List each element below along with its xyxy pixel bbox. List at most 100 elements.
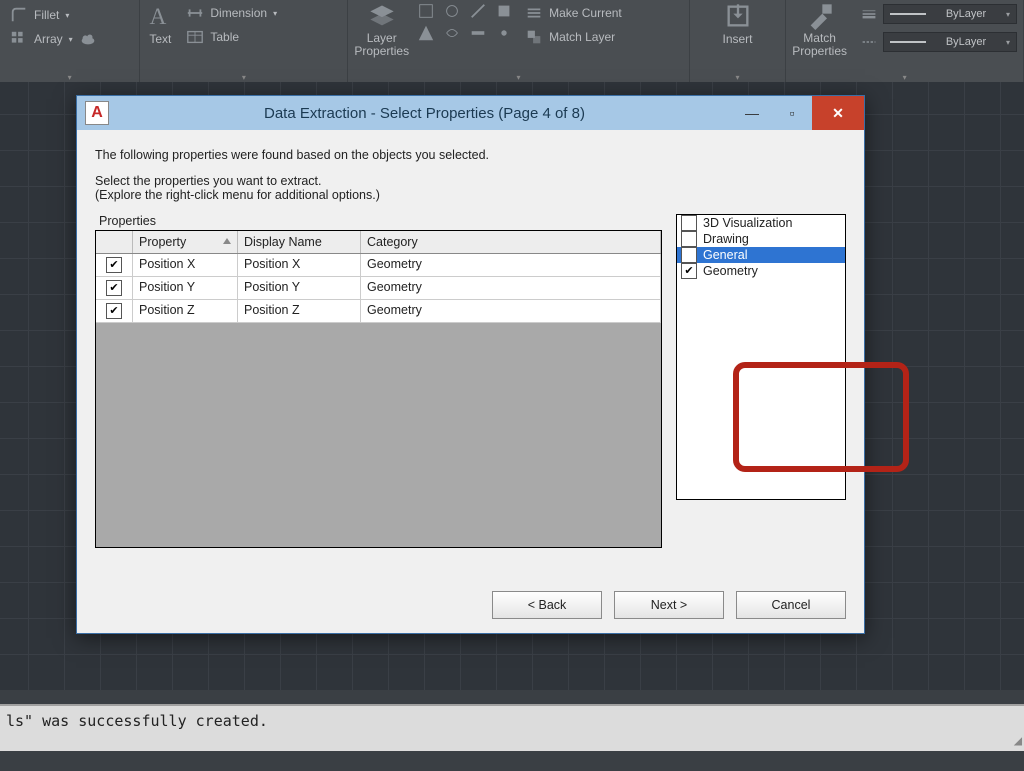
table-button[interactable]: Table [182,26,281,48]
chevron-down-icon: ▾ [273,9,277,18]
insert-button[interactable]: Insert [723,2,753,46]
layer-tool-icon[interactable] [417,24,435,42]
ribbon-panel-properties: Match Properties ByLayer B [786,0,1024,82]
layer-tool-icon[interactable] [469,24,487,42]
row-property: Position Y [133,277,238,299]
line-swatch [890,41,926,43]
layer-tool-icon[interactable] [443,24,461,42]
ribbon-panel-annotate: A Text Dimension ▾ Table [140,0,348,82]
grid-header: Property Display Name Category [96,231,661,254]
dialog-body: The following properties were found base… [77,130,864,633]
row-checkbox-cell[interactable] [96,277,133,299]
back-button[interactable]: < Back [492,591,602,619]
header-category[interactable]: Category [361,231,661,253]
layer-properties-button[interactable]: Layer Properties [354,2,409,58]
panel-dropdown[interactable] [68,73,72,82]
properties-group-label: Properties [99,214,662,228]
category-label: Drawing [703,232,749,246]
row-category: Geometry [361,254,661,276]
minimize-icon: — [745,105,759,121]
panel-dropdown[interactable] [903,73,907,82]
table-row[interactable]: Position ZPosition ZGeometry [96,300,661,323]
category-filter-item[interactable]: Geometry [677,263,845,279]
layer-tool-icon[interactable] [443,2,461,20]
array-button[interactable]: Array ▾ [6,28,101,50]
layer-properties-label: Layer Properties [354,32,409,58]
table-label: Table [210,30,239,44]
make-current-label: Make Current [549,6,622,20]
category-filter-item[interactable]: Drawing [677,231,845,247]
dimension-label: Dimension [210,6,267,20]
fillet-button[interactable]: Fillet ▾ [6,4,73,26]
row-category: Geometry [361,300,661,322]
cancel-button[interactable]: Cancel [736,591,846,619]
maximize-button[interactable]: ▫ [772,96,812,130]
category-filter-item[interactable]: General [677,247,845,263]
row-display-name: Position Y [238,277,361,299]
next-button[interactable]: Next > [614,591,724,619]
intro-text-1: The following properties were found base… [95,148,846,162]
checkbox-icon[interactable] [681,215,697,231]
layer-tool-icon[interactable] [495,2,513,20]
category-filter-list[interactable]: 3D Visualization Drawing General Geometry [676,214,846,500]
checkbox-icon[interactable] [681,263,697,279]
checkbox-icon[interactable] [681,247,697,263]
linetype-icon [861,34,877,50]
ribbon-panel-modify: Fillet ▾ Array ▾ [0,0,140,82]
lineweight-dropdown[interactable]: ByLayer [883,4,1017,24]
category-label: 3D Visualization [703,216,792,230]
row-display-name: Position Z [238,300,361,322]
make-current-icon [525,4,543,22]
table-row[interactable]: Position YPosition YGeometry [96,277,661,300]
close-button[interactable]: ✕ [812,96,864,130]
array-label: Array [34,32,63,46]
match-layer-label: Match Layer [549,30,615,44]
panel-dropdown[interactable] [735,73,739,82]
dialog-title: Data Extraction - Select Properties (Pag… [117,105,732,122]
dialog-titlebar[interactable]: A Data Extraction - Select Properties (P… [77,96,864,130]
command-line[interactable]: ls" was successfully created. ◢ [0,704,1024,751]
text-button[interactable]: A Text [146,2,174,46]
checkbox-icon[interactable] [106,303,122,319]
layer-tool-icon[interactable] [495,24,513,42]
chevron-down-icon: ▾ [65,11,69,20]
row-checkbox-cell[interactable] [96,300,133,322]
row-property: Position X [133,254,238,276]
panel-dropdown[interactable] [517,73,521,82]
properties-grid[interactable]: Property Display Name Category Position … [95,230,662,548]
svg-text:A: A [150,4,167,30]
resize-grip-icon[interactable]: ◢ [1014,733,1022,749]
checkbox-icon[interactable] [106,257,122,273]
match-layer-button[interactable]: Match Layer [521,26,626,48]
match-properties-button[interactable]: Match Properties [792,2,847,58]
array-icon [10,30,28,48]
category-filter-item[interactable]: 3D Visualization [677,215,845,231]
header-display-name[interactable]: Display Name [238,231,361,253]
table-row[interactable]: Position XPosition XGeometry [96,254,661,277]
intro-text-2a: Select the properties you want to extrac… [95,174,846,188]
header-property-label: Property [139,235,186,249]
chevron-down-icon: ▾ [69,35,73,44]
panel-dropdown[interactable] [242,73,246,82]
header-property[interactable]: Property [133,231,238,253]
checkbox-icon[interactable] [681,231,697,247]
cloud-icon [79,30,97,48]
make-current-button[interactable]: Make Current [521,2,626,24]
category-label: Geometry [703,264,758,278]
grid-rows: Position XPosition XGeometryPosition YPo… [96,254,661,323]
layer-tool-icon[interactable] [417,2,435,20]
linetype-dropdown[interactable]: ByLayer [883,32,1017,52]
minimize-button[interactable]: — [732,96,772,130]
layer-tool-icon[interactable] [469,2,487,20]
row-display-name: Position X [238,254,361,276]
category-filter-column: 3D Visualization Drawing General Geometry [676,214,846,548]
linetype-value: ByLayer [946,36,986,48]
checkbox-icon[interactable] [106,280,122,296]
command-output: ls" was successfully created. [6,712,268,730]
dimension-button[interactable]: Dimension ▾ [182,2,281,24]
fillet-label: Fillet [34,8,59,22]
category-label: General [703,248,747,262]
header-checkbox-col[interactable] [96,231,133,253]
row-checkbox-cell[interactable] [96,254,133,276]
close-icon: ✕ [832,105,844,122]
